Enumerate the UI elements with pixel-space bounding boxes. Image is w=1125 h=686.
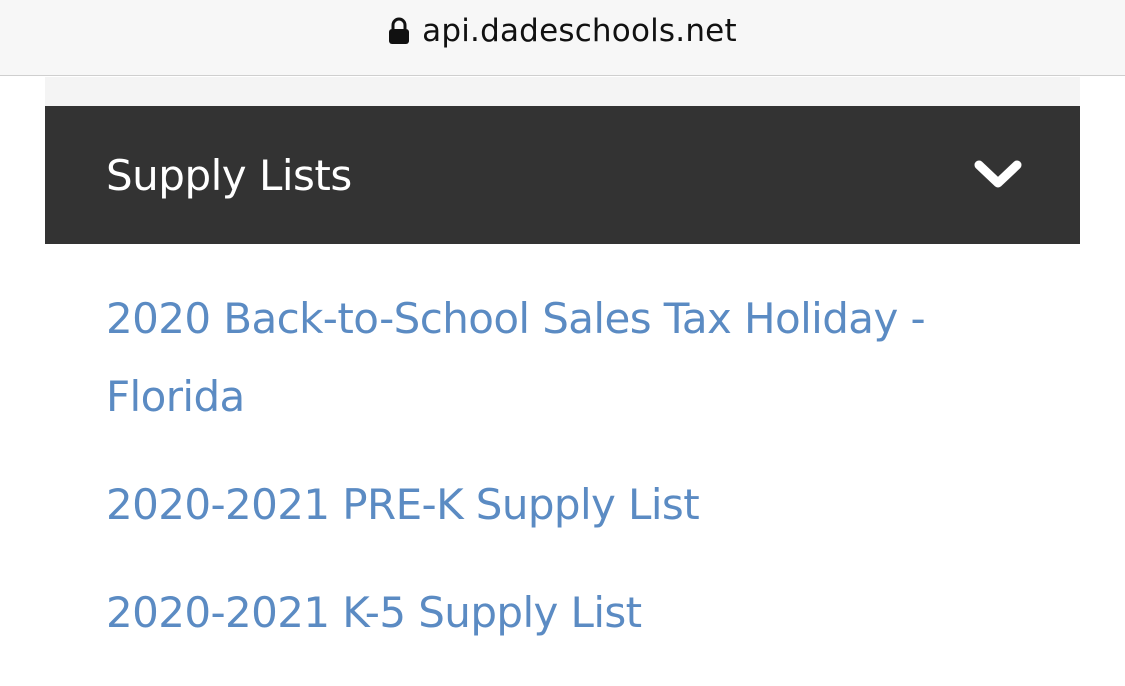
list-item: 2020 Back-to-School Sales Tax Holiday - … <box>106 280 1056 466</box>
link-prek-supply-list[interactable]: 2020-2021 PRE-K Supply List <box>106 466 1056 544</box>
url-text: api.dadeschools.net <box>422 12 737 49</box>
address-bar[interactable]: api.dadeschools.net <box>0 0 1125 76</box>
list-item: 2020-2021 PRE-K Supply List <box>106 466 1056 574</box>
supply-lists-accordion-header[interactable]: Supply Lists <box>45 106 1080 244</box>
link-tax-holiday[interactable]: 2020 Back-to-School Sales Tax Holiday - … <box>106 280 1056 436</box>
accordion-title: Supply Lists <box>106 150 352 200</box>
supply-list-links: 2020 Back-to-School Sales Tax Holiday - … <box>106 280 1056 682</box>
lock-icon <box>388 17 410 45</box>
page-top-strip <box>45 77 1080 106</box>
chevron-down-icon[interactable] <box>974 159 1022 191</box>
list-item: 2020-2021 K-5 Supply List <box>106 574 1056 682</box>
link-k5-supply-list[interactable]: 2020-2021 K-5 Supply List <box>106 574 1056 652</box>
address-bar-content: api.dadeschools.net <box>388 13 737 49</box>
